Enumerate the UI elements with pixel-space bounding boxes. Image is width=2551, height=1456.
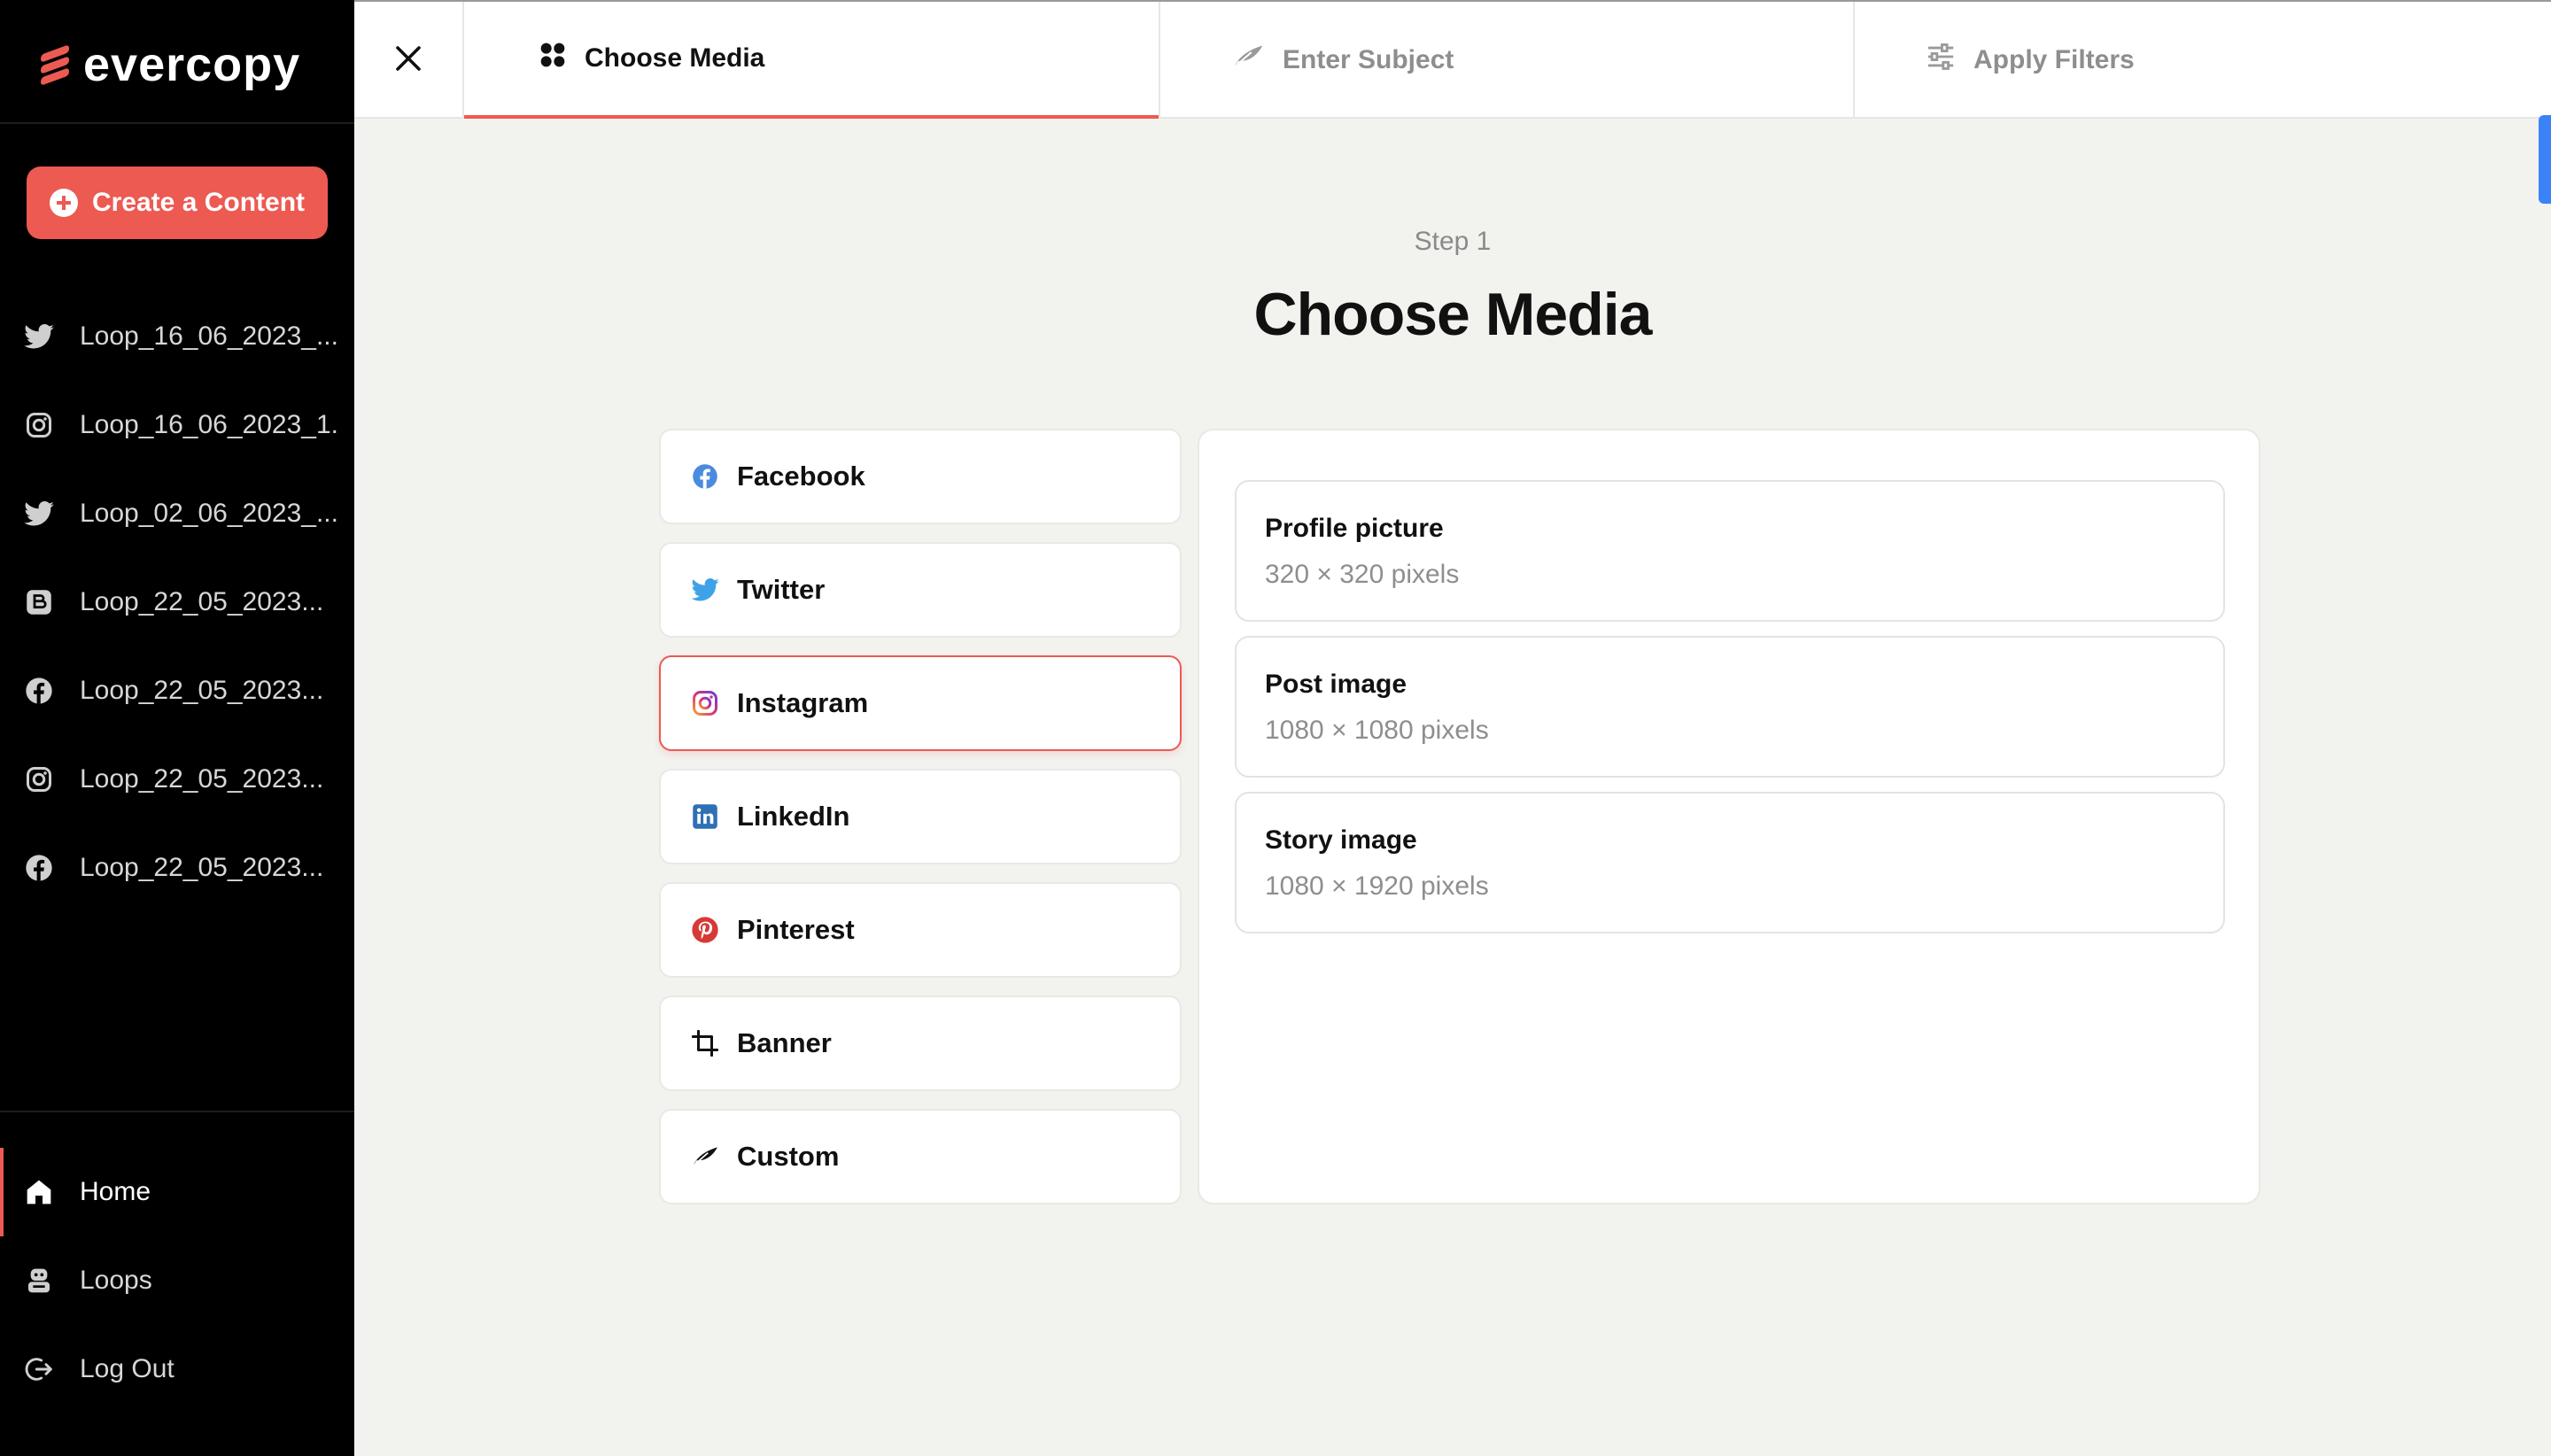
evercopy-logo[interactable]: evercopy — [41, 34, 300, 96]
page-title: Choose Media — [1253, 281, 1653, 348]
media-list: Facebook Twitter Instagram LinkedIn Pint… — [659, 429, 1182, 1222]
twitter-icon — [23, 321, 55, 352]
blogger-icon — [23, 586, 55, 618]
pinterest-icon — [691, 916, 719, 944]
format-name: Profile picture — [1265, 514, 1444, 543]
tab-label: Apply Filters — [1973, 45, 2135, 74]
instagram-icon — [23, 409, 55, 441]
loop-item[interactable]: Loop_22_05_2023... — [0, 824, 354, 912]
facebook-icon — [23, 675, 55, 707]
facebook-icon — [691, 462, 719, 491]
media-option-label: Twitter — [737, 574, 826, 605]
media-option-banner[interactable]: Banner — [659, 995, 1182, 1091]
media-option-twitter[interactable]: Twitter — [659, 542, 1182, 638]
format-name: Post image — [1265, 670, 1407, 699]
loop-item[interactable]: Loop_02_06_2023_... — [0, 469, 354, 558]
format-card-post-image[interactable]: Post image 1080 × 1080 pixels — [1235, 636, 2225, 778]
loop-item-label: Loop_22_05_2023... — [80, 587, 324, 616]
close-icon — [392, 43, 424, 79]
format-size: 1080 × 1080 pixels — [1265, 716, 1489, 745]
media-option-label: Facebook — [737, 461, 865, 492]
nav-item-home[interactable]: Home — [0, 1148, 354, 1236]
tab-enter-subject[interactable]: Enter Subject — [1159, 2, 1853, 119]
plus-circle-icon — [49, 189, 78, 217]
crop-icon — [691, 1029, 719, 1057]
logo-mark-icon — [41, 44, 71, 86]
media-option-custom[interactable]: Custom — [659, 1109, 1182, 1204]
twitter-icon — [23, 498, 55, 530]
sidebar-divider — [0, 122, 354, 124]
close-button[interactable] — [354, 2, 464, 119]
loop-item-label: Loop_16_06_2023_... — [80, 321, 337, 351]
create-content-label: Create a Content — [91, 188, 306, 217]
loop-item-label: Loop_22_05_2023... — [80, 764, 324, 794]
loop-item-label: Loop_22_05_2023... — [80, 676, 324, 705]
twitter-icon — [691, 576, 719, 604]
wizard-header: Choose Media Enter Subject Apply Filters — [354, 0, 2551, 119]
nav-item-label: Log Out — [80, 1354, 174, 1383]
loops-list: Loop_16_06_2023_... Loop_16_06_2023_1...… — [0, 292, 354, 912]
nav-item-label: Home — [80, 1177, 151, 1206]
media-option-pinterest[interactable]: Pinterest — [659, 882, 1182, 978]
sidebar-nav: Home Loops Log Out — [0, 1148, 354, 1413]
scroll-handle[interactable] — [2539, 115, 2551, 204]
linkedin-icon — [691, 802, 719, 831]
loop-item[interactable]: Loop_22_05_2023... — [0, 558, 354, 647]
sidebar-divider — [0, 1111, 354, 1112]
instagram-icon — [691, 689, 719, 717]
sliders-icon — [1926, 42, 1956, 79]
media-option-label: Custom — [737, 1141, 840, 1172]
tab-label: Choose Media — [585, 43, 765, 73]
format-card-story-image[interactable]: Story image 1080 × 1920 pixels — [1235, 792, 2225, 933]
nav-item-loops[interactable]: Loops — [0, 1236, 354, 1325]
step-label: Step 1 — [1414, 227, 1492, 256]
media-option-label: Banner — [737, 1027, 832, 1058]
tab-choose-media[interactable]: Choose Media — [464, 2, 1159, 119]
grid-icon — [539, 41, 567, 76]
media-option-instagram[interactable]: Instagram — [659, 655, 1182, 751]
loop-item[interactable]: Loop_22_05_2023... — [0, 647, 354, 735]
loop-item-label: Loop_16_06_2023_1... — [80, 410, 337, 439]
format-name: Story image — [1265, 825, 1417, 855]
tab-apply-filters[interactable]: Apply Filters — [1853, 2, 2551, 119]
format-card-profile-picture[interactable]: Profile picture 320 × 320 pixels — [1235, 480, 2225, 622]
facebook-icon — [23, 852, 55, 884]
format-size: 1080 × 1920 pixels — [1265, 871, 1489, 901]
create-content-button[interactable]: Create a Content — [27, 167, 328, 239]
robot-icon — [23, 1265, 55, 1297]
logout-icon — [23, 1353, 55, 1385]
feather-icon — [691, 1142, 719, 1171]
loop-item[interactable]: Loop_22_05_2023... — [0, 735, 354, 824]
feather-icon — [1231, 43, 1265, 77]
tab-label: Enter Subject — [1283, 45, 1454, 74]
media-option-linkedin[interactable]: LinkedIn — [659, 769, 1182, 864]
media-option-label: Instagram — [737, 687, 869, 718]
nav-item-label: Loops — [80, 1266, 152, 1295]
media-option-label: LinkedIn — [737, 801, 850, 832]
home-icon — [23, 1176, 55, 1208]
loop-item-label: Loop_22_05_2023... — [80, 853, 324, 882]
media-option-label: Pinterest — [737, 914, 855, 945]
media-option-facebook[interactable]: Facebook — [659, 429, 1182, 524]
instagram-icon — [23, 763, 55, 795]
sidebar: evercopy Create a Content Loop_16_06_202… — [0, 0, 354, 1456]
loop-item[interactable]: Loop_16_06_2023_... — [0, 292, 354, 381]
format-size: 320 × 320 pixels — [1265, 560, 1460, 589]
format-panel: Profile picture 320 × 320 pixels Post im… — [1198, 429, 2260, 1204]
loop-item-label: Loop_02_06_2023_... — [80, 499, 337, 528]
logo-text: evercopy — [83, 38, 301, 91]
loop-item[interactable]: Loop_16_06_2023_1... — [0, 381, 354, 469]
nav-item-logout[interactable]: Log Out — [0, 1325, 354, 1413]
